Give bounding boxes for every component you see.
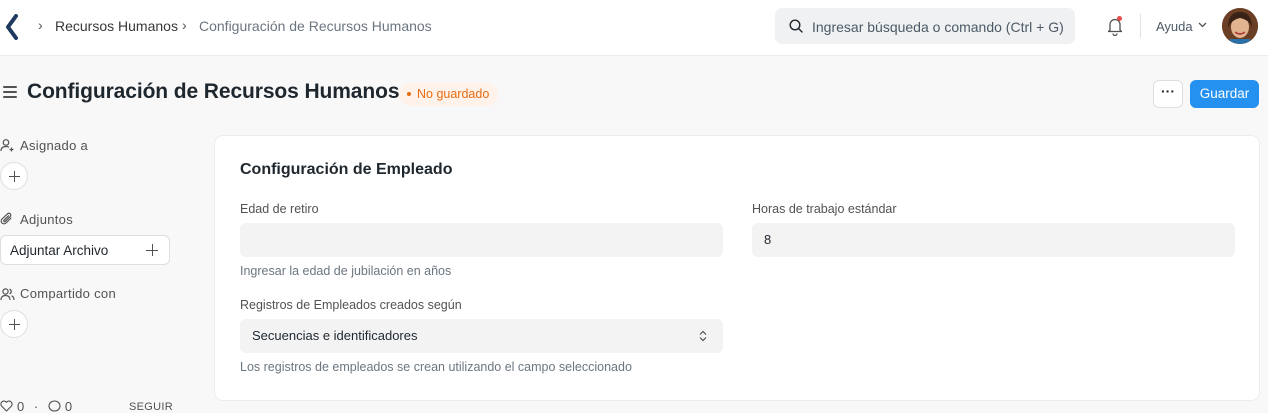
standard-hours-label: Horas de trabajo estándar xyxy=(752,202,897,216)
page-title: Configuración de Recursos Humanos xyxy=(27,80,400,103)
select-chevron-icon xyxy=(699,330,707,342)
shared-with-label: Compartido con xyxy=(20,286,116,301)
likes-count: 0 xyxy=(17,399,25,413)
standard-hours-input[interactable]: 8 xyxy=(752,223,1235,257)
navbar-divider xyxy=(1140,14,1141,38)
status-text: No guardado xyxy=(417,87,490,101)
naming-by-label: Registros de Empleados creados según xyxy=(240,298,462,312)
chevron-down-icon xyxy=(1198,22,1207,28)
naming-by-value: Secuencias e identificadores xyxy=(252,328,418,343)
search-icon xyxy=(789,19,803,33)
attach-file-button[interactable]: Adjuntar Archivo xyxy=(0,235,170,265)
stats-separator: · xyxy=(33,399,39,413)
back-logo-icon[interactable] xyxy=(4,14,20,40)
menu-icon[interactable] xyxy=(3,86,17,98)
search-placeholder: Ingresar búsqueda o comando (Ctrl + G) xyxy=(812,19,1064,35)
breadcrumb-current[interactable]: Configuración de Recursos Humanos xyxy=(199,18,432,34)
attachments-label: Adjuntos xyxy=(20,212,73,227)
more-actions-button[interactable]: ··· xyxy=(1153,80,1183,108)
naming-by-select[interactable]: Secuencias e identificadores xyxy=(240,319,723,353)
users-icon xyxy=(0,288,15,301)
avatar[interactable] xyxy=(1222,8,1258,44)
retirement-age-input[interactable] xyxy=(240,223,723,257)
top-navbar: › Recursos Humanos › Configuración de Re… xyxy=(0,0,1268,56)
chevron-right-icon: › xyxy=(38,17,43,33)
comment-icon[interactable] xyxy=(48,400,61,412)
add-assignee-button[interactable] xyxy=(0,162,28,190)
paperclip-icon xyxy=(0,212,12,225)
section-title: Configuración de Empleado xyxy=(240,161,453,178)
status-badge: No guardado xyxy=(399,83,499,106)
help-dropdown[interactable]: Ayuda xyxy=(1156,19,1193,34)
assigned-to-label: Asignado a xyxy=(20,138,89,153)
heart-icon[interactable] xyxy=(0,400,13,412)
comments-count: 0 xyxy=(64,399,73,413)
follow-button[interactable]: SEGUIR xyxy=(129,401,173,413)
search-bar[interactable]: Ingresar búsqueda o comando (Ctrl + G) xyxy=(775,8,1075,44)
plus-icon xyxy=(146,244,158,256)
user-plus-icon xyxy=(0,139,14,152)
employee-settings-card: Configuración de Empleado Edad de retiro… xyxy=(214,135,1260,401)
notification-dot xyxy=(1117,16,1122,21)
retirement-age-label: Edad de retiro xyxy=(240,202,319,216)
attach-file-label: Adjuntar Archivo xyxy=(10,243,109,258)
retirement-age-description: Ingresar la edad de jubilación en años xyxy=(240,264,452,278)
document-stats: 0 · 0 xyxy=(0,399,72,413)
breadcrumb-recursos-humanos[interactable]: Recursos Humanos xyxy=(55,18,178,34)
add-share-button[interactable] xyxy=(0,310,28,338)
naming-by-description: Los registros de empleados se crean util… xyxy=(240,360,632,374)
chevron-right-icon: › xyxy=(182,17,187,33)
save-button[interactable]: Guardar xyxy=(1190,80,1259,108)
